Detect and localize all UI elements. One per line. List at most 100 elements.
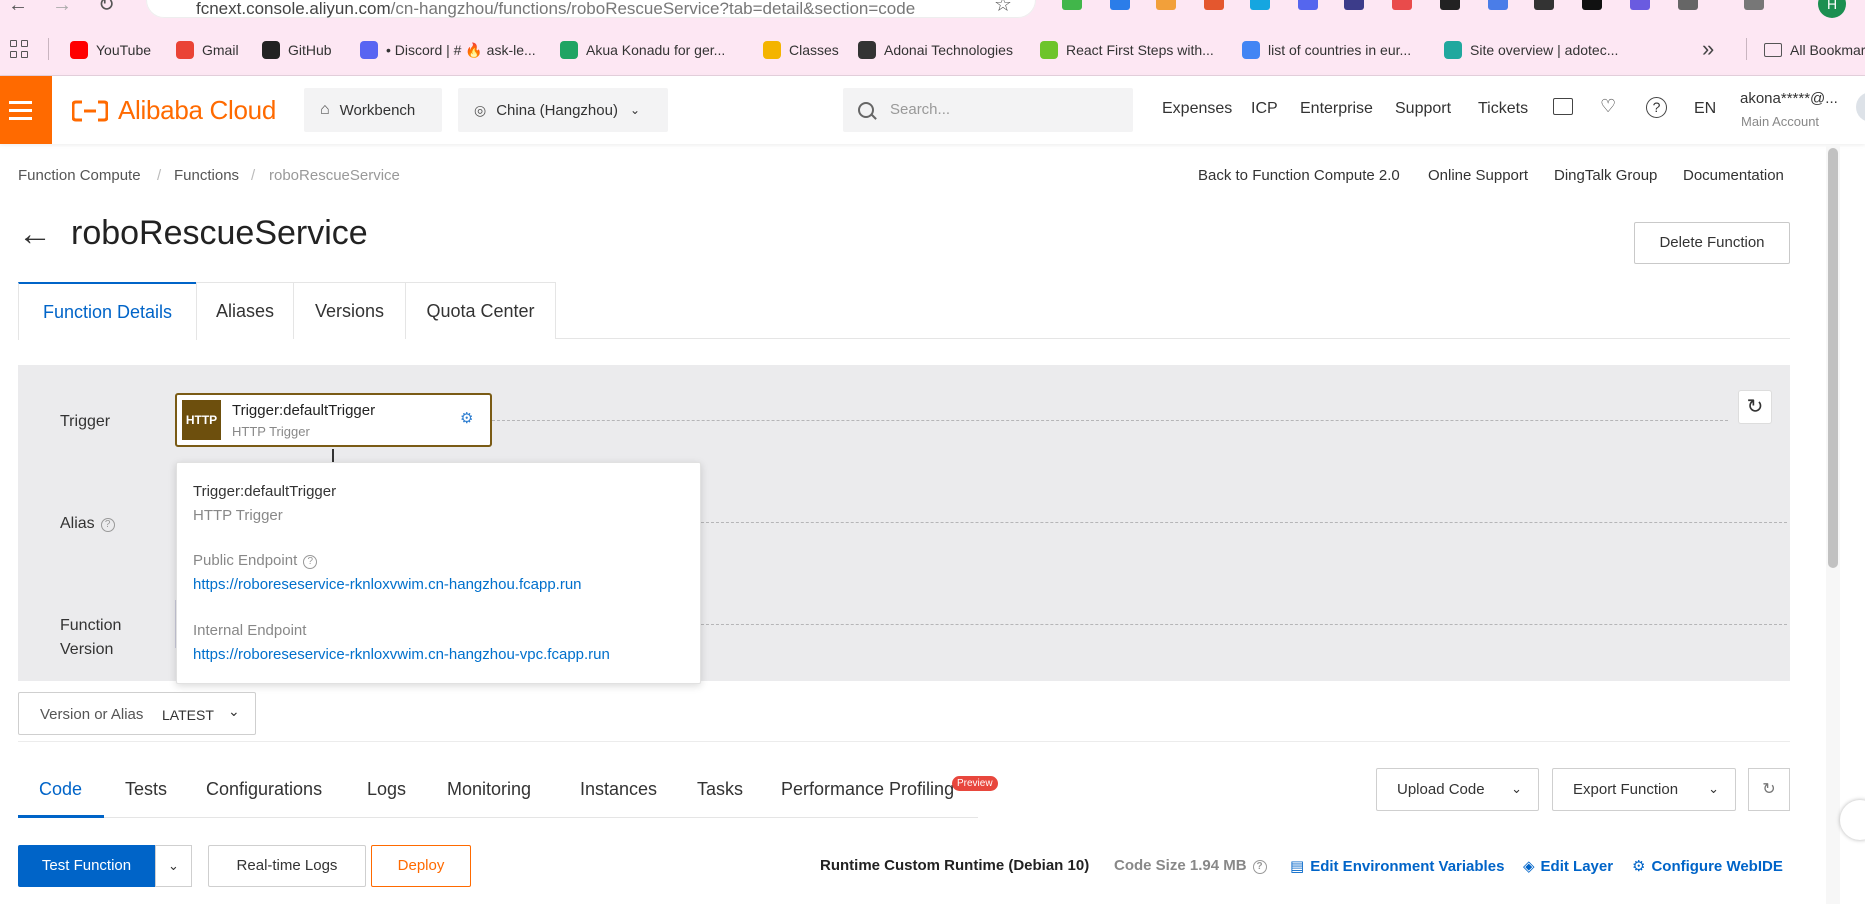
extension-icon[interactable]: [1488, 0, 1508, 10]
edit-layer-link[interactable]: ◈ Edit Layer: [1523, 857, 1613, 875]
row-label-version: Version: [60, 641, 114, 658]
language-switch[interactable]: EN: [1694, 100, 1716, 118]
online-support-link[interactable]: Online Support: [1428, 167, 1528, 184]
all-bookmarks[interactable]: All Bookmarks: [1764, 38, 1865, 62]
public-endpoint-link[interactable]: https://roboreseservice-rknloxvwim.cn-ha…: [193, 576, 582, 593]
subtab-code[interactable]: Code: [39, 779, 82, 800]
subtab-tasks[interactable]: Tasks: [697, 779, 743, 800]
tab-aliases[interactable]: Aliases: [196, 282, 294, 339]
help-icon[interactable]: ?: [1646, 97, 1667, 118]
upload-code-button[interactable]: Upload Code ⌄: [1376, 768, 1539, 811]
subtab-tests[interactable]: Tests: [125, 779, 167, 800]
bookmark-item[interactable]: Adonai Technologies: [858, 38, 1013, 62]
help-icon[interactable]: ?: [100, 518, 115, 532]
bell-icon[interactable]: ♡: [1600, 96, 1616, 117]
address-bar[interactable]: fcnext.console.aliyun.com/cn-hangzhou/fu…: [146, 0, 1036, 18]
subtab-performance-profiling[interactable]: Performance Profiling: [781, 779, 954, 800]
extension-icon[interactable]: [1534, 0, 1554, 10]
more-bookmarks-icon[interactable]: »: [1702, 36, 1714, 62]
documentation-link[interactable]: Documentation: [1683, 167, 1784, 184]
account-name[interactable]: akona*****@...: [1740, 90, 1838, 107]
apps-grid-icon[interactable]: [10, 40, 30, 60]
gear-icon[interactable]: ⚙: [460, 411, 476, 427]
subtab-configurations[interactable]: Configurations: [206, 779, 322, 800]
dingtalk-group-link[interactable]: DingTalk Group: [1554, 167, 1657, 184]
gear-icon: ⚙: [1632, 858, 1646, 875]
tab-function-details[interactable]: Function Details: [18, 282, 197, 340]
extension-icon[interactable]: [1630, 0, 1650, 10]
header-link-enterprise[interactable]: Enterprise: [1300, 100, 1373, 118]
deploy-button[interactable]: Deploy: [371, 845, 471, 887]
export-function-button[interactable]: Export Function ⌄: [1552, 768, 1736, 811]
header-link-expenses[interactable]: Expenses: [1162, 100, 1232, 118]
bookmark-item[interactable]: • Discord | # 🔥 ask-le...: [360, 38, 536, 62]
download-icon[interactable]: [1744, 0, 1764, 10]
back-arrow-icon[interactable]: ←: [18, 214, 52, 254]
realtime-logs-button[interactable]: Real-time Logs: [208, 845, 366, 887]
tab-versions[interactable]: Versions: [293, 282, 406, 339]
chevron-down-icon: ⌄: [228, 703, 240, 719]
configure-webide-link[interactable]: ⚙ Configure WebIDE: [1632, 857, 1783, 875]
extension-icon[interactable]: [1678, 0, 1698, 10]
header-link-support[interactable]: Support: [1395, 100, 1451, 118]
bookmark-item[interactable]: Akua Konadu for ger...: [560, 38, 725, 62]
header-link-icp[interactable]: ICP: [1251, 100, 1278, 118]
extension-icon[interactable]: [1110, 0, 1130, 10]
extension-icon[interactable]: [1062, 0, 1082, 10]
emoji-icon: [763, 41, 781, 59]
delete-function-button[interactable]: Delete Function: [1634, 222, 1790, 264]
extension-icon[interactable]: [1250, 0, 1270, 10]
reload-icon[interactable]: ↻: [98, 0, 115, 17]
refresh-icon[interactable]: ↻: [1748, 768, 1790, 811]
url-text[interactable]: fcnext.console.aliyun.com/cn-hangzhou/fu…: [196, 0, 915, 19]
tab-quota-center[interactable]: Quota Center: [405, 282, 556, 339]
location-pin-icon: ◎: [474, 101, 487, 118]
help-icon[interactable]: ?: [1252, 860, 1267, 874]
trigger-name: Trigger:defaultTrigger: [232, 402, 376, 419]
bookmark-item[interactable]: GitHub: [262, 38, 332, 62]
extension-icon[interactable]: [1392, 0, 1412, 10]
back-icon[interactable]: ←: [8, 0, 28, 17]
search-placeholder[interactable]: Search...: [890, 101, 950, 118]
extension-icon[interactable]: [1156, 0, 1176, 10]
refresh-topology-button[interactable]: ↻: [1738, 390, 1772, 424]
alias-dashed-line: [701, 522, 1787, 523]
extension-icon[interactable]: [1298, 0, 1318, 10]
menu-icon[interactable]: [0, 76, 52, 144]
header-link-tickets[interactable]: Tickets: [1478, 100, 1528, 118]
url-path: /cn-hangzhou/functions/roboRescueService…: [390, 0, 916, 18]
all-bookmarks-label: All Bookmarks: [1790, 42, 1865, 58]
subtab-instances[interactable]: Instances: [580, 779, 657, 800]
extension-icon[interactable]: [1582, 0, 1602, 10]
forward-icon[interactable]: →: [52, 0, 72, 17]
code-size-text: Code Size 1.94 MB: [1114, 857, 1247, 874]
test-function-button[interactable]: Test Function: [18, 845, 155, 887]
subtab-logs[interactable]: Logs: [367, 779, 406, 800]
bookmark-item[interactable]: Classes: [763, 38, 839, 62]
bookmark-item[interactable]: list of countries in eur...: [1242, 38, 1411, 62]
breadcrumb-function-compute[interactable]: Function Compute: [18, 167, 141, 184]
extension-icon[interactable]: [1204, 0, 1224, 10]
bookmark-item[interactable]: React First Steps with...: [1040, 38, 1214, 62]
header-search[interactable]: [843, 88, 1133, 132]
bookmark-item[interactable]: YouTube: [70, 38, 151, 62]
floating-help-button[interactable]: [1840, 800, 1865, 840]
internal-endpoint-link[interactable]: https://roboreseservice-rknloxvwim.cn-ha…: [193, 646, 610, 663]
extension-icon[interactable]: [1344, 0, 1364, 10]
workbench-button[interactable]: ⌂ Workbench: [304, 88, 442, 132]
chevron-down-icon: ⌄: [629, 103, 641, 117]
subtab-monitoring[interactable]: Monitoring: [447, 779, 531, 800]
region-selector[interactable]: ◎ China (Hangzhou) ⌄: [458, 88, 668, 132]
bookmark-item[interactable]: Gmail: [176, 38, 239, 62]
help-icon[interactable]: ?: [303, 555, 318, 569]
bookmark-star-icon[interactable]: ☆: [994, 0, 1012, 17]
edit-env-vars-link[interactable]: ▤ Edit Environment Variables: [1290, 857, 1504, 875]
brand-name[interactable]: Alibaba Cloud: [118, 95, 276, 126]
extension-icon[interactable]: [1440, 0, 1460, 10]
terminal-icon[interactable]: [1553, 98, 1573, 115]
breadcrumb-functions[interactable]: Functions: [174, 167, 239, 184]
bookmark-item[interactable]: Site overview | adotec...: [1444, 38, 1618, 62]
test-options-dropdown[interactable]: ⌄: [155, 845, 192, 887]
back-to-fc2-link[interactable]: Back to Function Compute 2.0: [1198, 167, 1400, 184]
scrollbar-thumb[interactable]: [1828, 148, 1838, 568]
